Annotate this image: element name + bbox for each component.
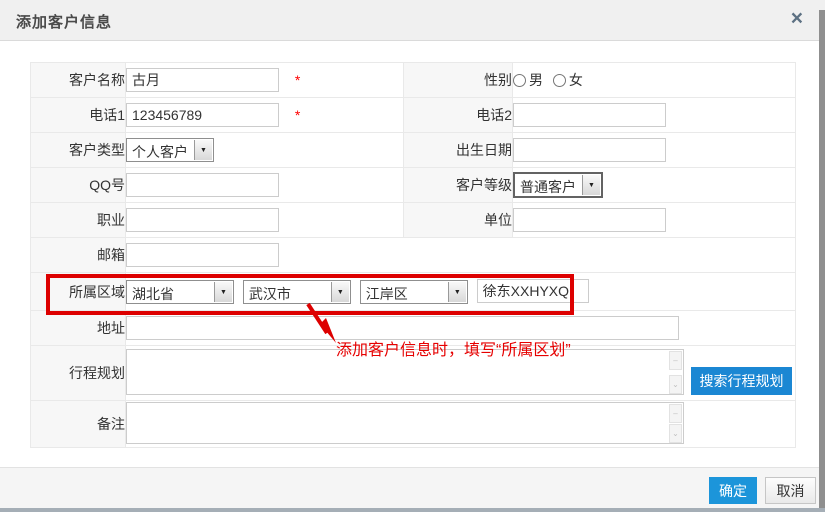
work-unit-input[interactable]: [513, 208, 666, 232]
customer-level-select[interactable]: 普通客户 ▼: [513, 172, 603, 198]
row-type-birthday: 客户类型 个人客户 ▼ 出生日期: [31, 133, 796, 168]
dialog-title: 添加客户信息: [16, 11, 112, 32]
close-icon[interactable]: ×: [791, 7, 803, 31]
search-itinerary-button[interactable]: 搜索行程规划: [691, 367, 792, 395]
page-scrollbar[interactable]: [819, 10, 825, 508]
customer-type-select[interactable]: 个人客户 ▼: [126, 138, 214, 162]
dialog-footer: 确定 取消: [0, 467, 825, 508]
chevron-down-icon: ▼: [331, 282, 349, 302]
textarea-scroll-up-button[interactable]: –: [669, 351, 682, 370]
remark-textarea[interactable]: [126, 402, 684, 444]
region-city-value: 武汉市: [244, 281, 330, 303]
work-unit-label: 单位: [404, 203, 513, 238]
address-input[interactable]: [126, 316, 679, 340]
cancel-button[interactable]: 取消: [765, 477, 816, 504]
phone2-label: 电话2: [404, 98, 513, 133]
customer-name-input[interactable]: [126, 68, 279, 92]
row-region: 所属区域 湖北省 ▼ 武汉市 ▼ 江岸区 ▼: [31, 273, 796, 311]
row-occupation-unit: 职业 单位: [31, 203, 796, 238]
itinerary-textarea[interactable]: [126, 349, 684, 395]
itinerary-label: 行程规划: [31, 346, 126, 401]
region-city-select[interactable]: 武汉市 ▼: [243, 280, 351, 304]
customer-level-label: 客户等级: [404, 168, 513, 203]
phone1-label: 电话1: [31, 98, 126, 133]
chevron-down-icon: ▼: [448, 282, 466, 302]
email-label: 邮箱: [31, 238, 126, 273]
confirm-button[interactable]: 确定: [709, 477, 757, 504]
row-address: 地址: [31, 311, 796, 346]
customer-level-value: 普通客户: [515, 174, 581, 196]
birthday-input[interactable]: [513, 138, 666, 162]
occupation-label: 职业: [31, 203, 126, 238]
gender-label: 性别: [404, 63, 513, 98]
textarea-scroll-down-button[interactable]: ⌄: [669, 424, 682, 443]
textarea-scroll-up-button[interactable]: –: [669, 404, 682, 423]
gender-male-radio[interactable]: [513, 74, 526, 87]
email-input[interactable]: [126, 243, 279, 267]
phone1-input[interactable]: [126, 103, 279, 127]
row-qq-level: QQ号 客户等级 普通客户 ▼: [31, 168, 796, 203]
region-district-select[interactable]: 江岸区 ▼: [360, 280, 468, 304]
chevron-down-icon: ▼: [194, 140, 212, 160]
region-detail-input[interactable]: [477, 279, 589, 303]
customer-form-table: 客户名称 * 性别 男 女 电话1 * 电话2 客户类型: [30, 62, 796, 448]
qq-input[interactable]: [126, 173, 279, 197]
chevron-down-icon: ▼: [582, 175, 600, 195]
gender-female-label: 女: [569, 70, 583, 90]
birthday-label: 出生日期: [404, 133, 513, 168]
region-province-select[interactable]: 湖北省 ▼: [126, 280, 234, 304]
dialog-header: 添加客户信息 ×: [0, 0, 825, 41]
phone2-input[interactable]: [513, 103, 666, 127]
gender-male-option[interactable]: 男: [513, 70, 543, 90]
row-remark: 备注 – ⌄: [31, 401, 796, 448]
gender-female-radio[interactable]: [553, 74, 566, 87]
textarea-scroll-down-button[interactable]: ⌄: [669, 375, 682, 394]
region-label: 所属区域: [31, 273, 126, 311]
row-phones: 电话1 * 电话2: [31, 98, 796, 133]
customer-name-label: 客户名称: [31, 63, 126, 98]
region-province-value: 湖北省: [127, 281, 213, 303]
row-itinerary: 行程规划 – ⌄ 搜索行程规划: [31, 346, 796, 401]
customer-type-label: 客户类型: [31, 133, 126, 168]
dialog-bottom-edge: [0, 508, 825, 512]
chevron-down-icon: ▼: [214, 282, 232, 302]
address-label: 地址: [31, 311, 126, 346]
row-name-gender: 客户名称 * 性别 男 女: [31, 63, 796, 98]
required-asterisk: *: [295, 72, 300, 88]
region-district-value: 江岸区: [361, 281, 447, 303]
qq-label: QQ号: [31, 168, 126, 203]
row-email: 邮箱: [31, 238, 796, 273]
occupation-input[interactable]: [126, 208, 279, 232]
remark-label: 备注: [31, 401, 126, 448]
gender-male-label: 男: [529, 70, 543, 90]
customer-type-value: 个人客户: [127, 139, 193, 161]
gender-female-option[interactable]: 女: [553, 70, 583, 90]
required-asterisk: *: [295, 107, 300, 123]
